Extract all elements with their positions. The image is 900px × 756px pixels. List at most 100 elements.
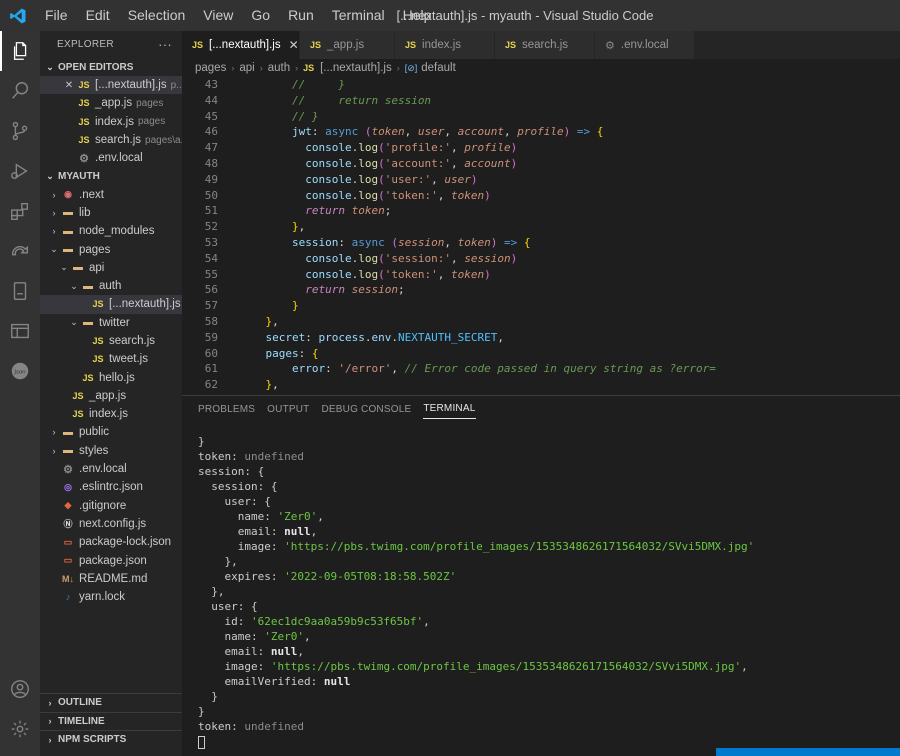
tree-item[interactable]: ◆ .gitignore bbox=[40, 497, 182, 515]
line-number: 56 bbox=[204, 283, 218, 297]
editor-tab[interactable]: ⚙ .env.local bbox=[595, 31, 695, 59]
settings-gear-icon[interactable] bbox=[0, 709, 40, 749]
tree-item[interactable]: › ▬ public bbox=[40, 423, 182, 441]
extensions-icon[interactable] bbox=[0, 191, 40, 231]
open-editor-item[interactable]: JS index.js pages bbox=[40, 113, 182, 131]
tree-item[interactable]: ⌄ ▬ twitter bbox=[40, 314, 182, 332]
code-line: 60 pages: { bbox=[182, 346, 900, 362]
explorer-icon[interactable] bbox=[0, 31, 40, 71]
breadcrumb-separator-icon: › bbox=[231, 63, 235, 73]
close-icon[interactable]: ✕ bbox=[289, 38, 299, 52]
breadcrumb-item[interactable]: api bbox=[239, 62, 254, 74]
sidebar-bottom-sections: › OUTLINE › TIMELINE › NPM SCRIPTS bbox=[40, 693, 182, 749]
breadcrumb-file[interactable]: [...nextauth].js bbox=[320, 62, 392, 74]
tree-item[interactable]: JS index.js bbox=[40, 405, 182, 423]
open-editors-list: ✕JS[...nextauth].jsp...JS_app.jspagesJSi… bbox=[40, 76, 182, 167]
tree-item[interactable]: ⌄ ▬ auth bbox=[40, 277, 182, 295]
search-icon[interactable] bbox=[0, 71, 40, 111]
menu-run[interactable]: Run bbox=[279, 0, 323, 31]
line-number: 53 bbox=[204, 235, 218, 249]
breadcrumb-item[interactable]: auth bbox=[268, 62, 290, 74]
line-number: 52 bbox=[204, 220, 218, 234]
code-text: pages: { bbox=[265, 346, 319, 360]
menu-go[interactable]: Go bbox=[242, 0, 279, 31]
tree-item[interactable]: ⌄ ▬ pages bbox=[40, 240, 182, 258]
breadcrumb-item[interactable]: pages bbox=[195, 62, 226, 74]
tree-item[interactable]: ▭ package-lock.json bbox=[40, 533, 182, 551]
terminal[interactable]: } token: undefined session: { session: { u… bbox=[198, 434, 754, 749]
chevron-right-icon: › bbox=[52, 207, 56, 218]
tree-item[interactable]: M↓ README.md bbox=[40, 570, 182, 588]
tree-item[interactable]: JS tweet.js bbox=[40, 350, 182, 368]
more-actions-icon[interactable]: ··· bbox=[158, 37, 172, 52]
line-number: 44 bbox=[204, 93, 218, 107]
panel-tab-output[interactable]: OUTPUT bbox=[267, 400, 309, 419]
open-editor-item[interactable]: ✕JS [...nextauth].jsp... bbox=[40, 76, 182, 95]
project-section[interactable]: ⌄ MYAUTH bbox=[40, 167, 182, 185]
javascript-file-icon: JS bbox=[78, 135, 90, 146]
source-control-icon[interactable] bbox=[0, 111, 40, 151]
tree-item-label: yarn.lock bbox=[79, 591, 126, 604]
tree-item[interactable]: › ▬ styles bbox=[40, 442, 182, 460]
tree-item[interactable]: JS search.js bbox=[40, 332, 182, 350]
tree-item[interactable]: ▭ package.json bbox=[40, 551, 182, 569]
run-debug-icon[interactable] bbox=[0, 151, 40, 191]
menu-help[interactable]: Help bbox=[394, 0, 441, 31]
panels-icon[interactable] bbox=[0, 311, 40, 351]
section-npm-scripts[interactable]: › NPM SCRIPTS bbox=[40, 730, 182, 749]
section-outline[interactable]: › OUTLINE bbox=[40, 693, 182, 712]
breadcrumb-symbol[interactable]: default bbox=[421, 62, 456, 74]
tree-item[interactable]: › ▬ node_modules bbox=[40, 222, 182, 240]
folder-icon: ▬ bbox=[83, 280, 93, 292]
panel-tab-problems[interactable]: PROBLEMS bbox=[198, 400, 255, 419]
menu-view[interactable]: View bbox=[194, 0, 242, 31]
close-icon[interactable]: ✕ bbox=[62, 80, 76, 91]
menu-terminal[interactable]: Terminal bbox=[323, 0, 394, 31]
tree-item[interactable]: › ◉ .next bbox=[40, 185, 182, 203]
line-number: 55 bbox=[204, 267, 218, 281]
panel-tab-terminal[interactable]: TERMINAL bbox=[423, 399, 476, 419]
remote-explorer-icon[interactable] bbox=[0, 231, 40, 271]
open-editor-path: pages\a... bbox=[145, 134, 182, 146]
section-timeline[interactable]: › TIMELINE bbox=[40, 711, 182, 731]
javascript-file-icon: JS bbox=[92, 299, 104, 310]
menu-edit[interactable]: Edit bbox=[77, 0, 119, 31]
code-text: return token; bbox=[305, 204, 392, 218]
open-editor-item[interactable]: ⚙ .env.local bbox=[40, 149, 182, 167]
tree-item-label: search.js bbox=[109, 335, 156, 347]
code-line: 57 } bbox=[182, 298, 900, 314]
editor-tab[interactable]: JS [...nextauth].js ✕ bbox=[182, 31, 300, 59]
file-icon: ♪ bbox=[65, 592, 71, 603]
terminal-line: } bbox=[198, 435, 205, 448]
editor-tab[interactable]: JS _app.js bbox=[300, 31, 395, 59]
tab-label: .env.local bbox=[620, 39, 669, 51]
line-number: 61 bbox=[204, 362, 218, 376]
tree-item[interactable]: ♪ yarn.lock bbox=[40, 588, 182, 606]
terminal-line: user: { bbox=[198, 600, 258, 613]
menu-file[interactable]: File bbox=[36, 0, 77, 31]
open-editors-section[interactable]: ⌄ OPEN EDITORS bbox=[40, 58, 182, 76]
open-editor-item[interactable]: JS _app.js pages bbox=[40, 94, 182, 112]
tree-item[interactable]: ⌄ ▬ api bbox=[40, 259, 182, 277]
tree-item[interactable]: JS hello.js bbox=[40, 368, 182, 386]
open-editor-item[interactable]: JS search.jspages\a... bbox=[40, 131, 182, 149]
tree-item[interactable]: › ▬ lib bbox=[40, 204, 182, 222]
line-number: 58 bbox=[204, 314, 218, 328]
tree-item[interactable]: ⚙ .env.local bbox=[40, 460, 182, 478]
testing-icon[interactable] bbox=[0, 271, 40, 311]
menu-selection[interactable]: Selection bbox=[119, 0, 195, 31]
terminal-cursor[interactable] bbox=[198, 735, 205, 749]
tree-item[interactable]: JS _app.js bbox=[40, 387, 182, 405]
tree-item[interactable]: ◎ .eslintrc.json bbox=[40, 478, 182, 496]
editor-tab[interactable]: JS search.js bbox=[495, 31, 595, 59]
symbol-icon: [⊘] bbox=[404, 62, 418, 73]
json-icon[interactable]: Json bbox=[0, 351, 40, 391]
file-icon: ▭ bbox=[63, 555, 73, 566]
editor-tab[interactable]: JS index.js bbox=[395, 31, 495, 59]
tree-item[interactable]: Ⓝnext.config.js bbox=[40, 515, 182, 533]
account-icon[interactable] bbox=[0, 669, 40, 709]
code-editor[interactable]: 43 // } 44 // return session 45 // } 46 jwt… bbox=[182, 77, 900, 395]
panel-tab-debug-console[interactable]: DEBUG CONSOLE bbox=[321, 400, 411, 419]
tree-item[interactable]: JS [...nextauth].js bbox=[40, 295, 182, 314]
vscode-logo-icon[interactable] bbox=[0, 0, 36, 31]
